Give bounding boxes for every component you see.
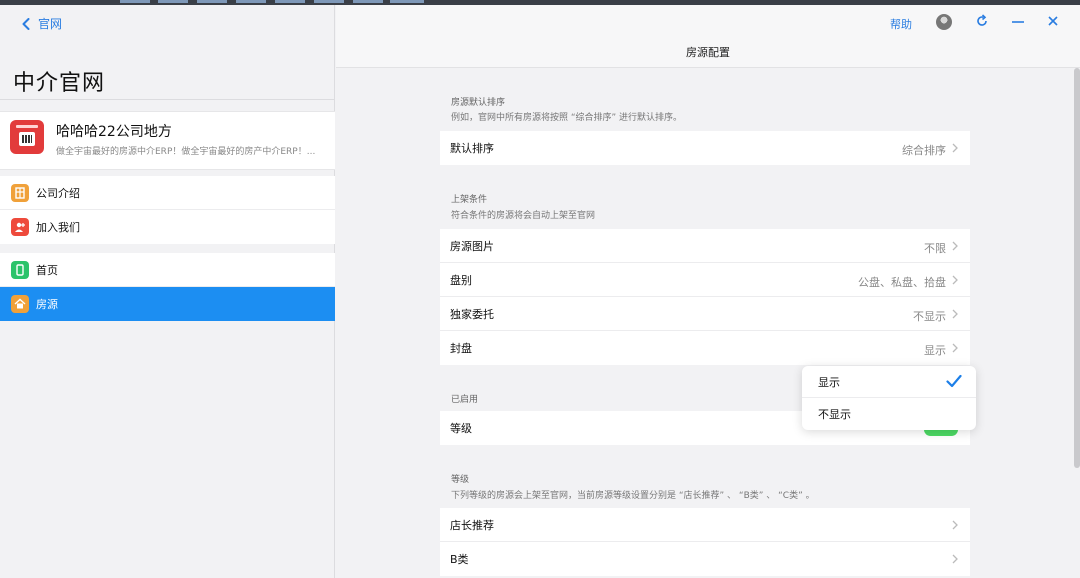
sidebar-item-label: 公司介绍	[36, 186, 80, 200]
card-conditions: 房源图片 不限 盘别 公盘、私盘、拾盘 独家委托 不显示 封盘 显示	[440, 229, 970, 365]
sidebar-item-company-intro[interactable]: 公司介绍	[0, 176, 335, 210]
row-value: 不显示	[913, 310, 946, 323]
header: 房源配置 帮助	[336, 5, 1080, 68]
sidebar-item-listings[interactable]: 房源	[0, 287, 335, 321]
option-label: 不显示	[818, 408, 851, 421]
refresh-icon[interactable]	[975, 14, 989, 28]
chevron-left-icon	[22, 17, 30, 30]
row-label: 默认排序	[450, 142, 494, 155]
left-panel: 官网 中介官网 哈哈哈22公司地方 做全宇宙最好的房源中介ERP！做全宇宙最好的…	[0, 5, 335, 578]
section-label-sort: 房源默认排序	[451, 98, 506, 108]
row-value: 综合排序	[902, 144, 946, 157]
row-label: B类	[450, 553, 469, 566]
main-panel: 房源配置 帮助 房源默认排序 例如，官网中所有房源将按照 “综合排序” 进行默认…	[336, 5, 1080, 578]
card-sort: 默认排序 综合排序	[440, 131, 970, 165]
section-sub-level: 下列等级的房源会上架至官网，当前房源等级设置分别是 “店长推荐” 、 “B类” …	[451, 491, 815, 501]
row-value: 显示	[924, 344, 946, 357]
row-class-b[interactable]: B类	[440, 542, 970, 576]
help-link[interactable]: 帮助	[890, 16, 912, 32]
section-sub-sort: 例如，官网中所有房源将按照 “综合排序” 进行默认排序。	[451, 113, 683, 123]
scrollbar[interactable]	[1074, 68, 1080, 468]
card-level: 店长推荐 B类	[440, 508, 970, 576]
sidebar-item-label: 房源	[36, 298, 58, 311]
row-value: 公盘、私盘、拾盘	[858, 276, 946, 289]
close-icon[interactable]	[1046, 14, 1060, 28]
chevron-right-icon	[952, 143, 958, 153]
phone-icon	[11, 260, 29, 279]
chevron-right-icon	[952, 275, 958, 285]
row-sealed[interactable]: 封盘 显示	[440, 331, 970, 365]
checkmark-icon	[946, 374, 962, 388]
company-logo	[10, 120, 44, 154]
row-exclusive[interactable]: 独家委托 不显示	[440, 297, 970, 331]
row-listing-type[interactable]: 盘别 公盘、私盘、拾盘	[440, 263, 970, 297]
company-card[interactable]: 哈哈哈22公司地方 做全宇宙最好的房源中介ERP！做全宇宙最好的房产中介ERP！…	[0, 111, 335, 170]
company-name: 哈哈哈22公司地方	[56, 124, 172, 140]
chevron-right-icon	[952, 554, 958, 564]
section-label-conditions: 上架条件	[451, 195, 488, 205]
option-label: 显示	[818, 375, 840, 389]
row-label: 盘别	[450, 273, 472, 287]
chevron-right-icon	[952, 343, 958, 353]
chevron-right-icon	[952, 520, 958, 530]
section-label-level: 等级	[451, 475, 470, 485]
add-user-icon	[11, 218, 29, 236]
section-label-enabled: 已启用	[451, 395, 479, 405]
nav-group-site: 首页 房源	[0, 253, 335, 321]
row-manager-recommend[interactable]: 店长推荐	[440, 508, 970, 542]
sidebar-item-label: 首页	[36, 263, 58, 277]
minimize-icon[interactable]	[1011, 14, 1025, 28]
avatar[interactable]	[936, 14, 952, 30]
row-label: 房源图片	[450, 239, 494, 253]
sidebar-item-join-us[interactable]: 加入我们	[0, 210, 335, 244]
sidebar-item-label: 加入我们	[36, 221, 80, 234]
section-sub-conditions: 符合条件的房源将会自动上架至官网	[451, 211, 596, 221]
row-label: 封盘	[450, 342, 472, 355]
header-title: 房源配置	[686, 46, 730, 59]
row-value: 不限	[924, 242, 946, 255]
row-label: 等级	[450, 422, 472, 435]
row-listing-photos[interactable]: 房源图片 不限	[440, 229, 970, 263]
building-icon	[11, 183, 29, 202]
sidebar-item-home[interactable]: 首页	[0, 253, 335, 287]
option-hide[interactable]: 不显示	[802, 398, 976, 430]
back-label: 官网	[38, 17, 63, 31]
row-label: 独家委托	[450, 307, 494, 321]
company-desc: 做全宇宙最好的房源中介ERP！做全宇宙最好的房产中介ERP！...	[56, 147, 316, 157]
page-title: 中介官网	[13, 71, 106, 96]
option-show[interactable]: 显示	[802, 366, 976, 398]
divider	[0, 99, 335, 100]
nav-group-company: 公司介绍 加入我们	[0, 176, 335, 244]
display-option-popup: 显示 不显示	[802, 366, 976, 430]
chevron-right-icon	[952, 309, 958, 319]
chevron-right-icon	[952, 241, 958, 251]
row-label: 店长推荐	[450, 518, 494, 532]
home-icon	[11, 295, 29, 313]
row-default-sort[interactable]: 默认排序 综合排序	[440, 131, 970, 165]
back-button[interactable]: 官网	[22, 15, 62, 32]
